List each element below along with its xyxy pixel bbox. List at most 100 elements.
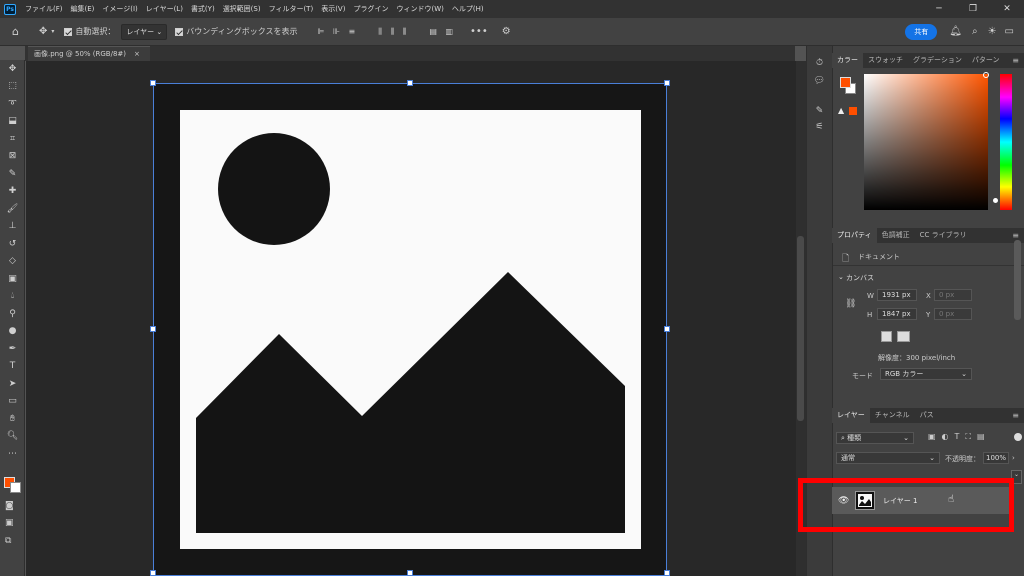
- search-icon[interactable]: ⌕: [972, 26, 978, 37]
- share-button[interactable]: 共有: [905, 23, 938, 40]
- tab-patterns[interactable]: パターン: [967, 53, 1005, 68]
- menu-view[interactable]: 表示(V): [317, 4, 349, 14]
- tab-color[interactable]: カラー: [832, 53, 863, 68]
- scrollbar-thumb[interactable]: [797, 236, 804, 421]
- brush-settings-icon[interactable]: ✎: [807, 106, 832, 116]
- gradient-icon[interactable]: ▣: [0, 270, 25, 288]
- move-icon[interactable]: ✥: [0, 60, 25, 78]
- color-fg-swatch[interactable]: [840, 77, 851, 88]
- tab-adjustments[interactable]: 色調補正: [877, 228, 915, 243]
- link-icon[interactable]: ⛓︎: [845, 299, 856, 309]
- path-select-icon[interactable]: ➤: [0, 375, 25, 393]
- auto-select-checkbox[interactable]: [64, 27, 73, 36]
- transform-handle[interactable]: [664, 570, 670, 576]
- eraser-icon[interactable]: ◇: [0, 253, 25, 271]
- close-icon[interactable]: ✕: [990, 4, 1024, 14]
- lasso-icon[interactable]: ➰︎: [0, 95, 25, 113]
- menu-image[interactable]: イメージ(I): [98, 4, 141, 14]
- properties-scrollbar[interactable]: [1014, 240, 1021, 320]
- gamut-color-swatch[interactable]: [849, 107, 857, 115]
- eyedropper-icon[interactable]: ✎: [0, 165, 25, 183]
- y-field[interactable]: 0 px: [934, 308, 972, 320]
- opacity-chevron-icon[interactable]: ›: [1012, 454, 1015, 462]
- type-icon[interactable]: T: [0, 358, 25, 376]
- panel-menu-icon[interactable]: ≡: [1012, 56, 1019, 65]
- tab-swatches[interactable]: スウォッチ: [863, 53, 908, 68]
- menu-filter[interactable]: フィルター(T): [265, 4, 318, 14]
- height-field[interactable]: 1847 px: [877, 308, 917, 320]
- tab-close-icon[interactable]: ×: [134, 50, 140, 58]
- restore-icon[interactable]: ❐: [956, 4, 990, 14]
- bounding-box[interactable]: [153, 83, 667, 576]
- transform-handle[interactable]: [150, 570, 156, 576]
- transform-handle[interactable]: [407, 570, 413, 576]
- more-icon[interactable]: •••: [470, 26, 488, 37]
- tab-properties[interactable]: プロパティ: [832, 228, 877, 243]
- distribute-icons[interactable]: ⫼ ⫼ ⫼: [378, 27, 409, 37]
- minimize-icon[interactable]: ─: [922, 4, 956, 14]
- align-icons[interactable]: ⊫ ⊪ ≡: [317, 27, 358, 36]
- tab-layers[interactable]: レイヤー: [832, 408, 870, 423]
- object-select-icon[interactable]: ⬓: [0, 113, 25, 131]
- tab-cc-libraries[interactable]: CC ライブラリ: [915, 228, 972, 243]
- bell-icon[interactable]: 🔔︎: [949, 26, 962, 37]
- dodge-icon[interactable]: ⚲: [0, 305, 25, 323]
- panel-menu-icon[interactable]: ≡: [1012, 411, 1019, 420]
- blur-icon[interactable]: 💧︎: [0, 288, 25, 306]
- mode-dropdown[interactable]: RGB カラー ⌄: [880, 368, 972, 380]
- tab-channels[interactable]: チャンネル: [870, 408, 915, 423]
- more-tools-icon[interactable]: ⋯: [0, 445, 25, 463]
- brush-icon[interactable]: 🖌︎: [0, 200, 25, 218]
- transform-handle[interactable]: [407, 80, 413, 86]
- transform-handle[interactable]: [664, 326, 670, 332]
- transform-handle[interactable]: [150, 326, 156, 332]
- move-tool-icon[interactable]: ✥: [39, 26, 47, 37]
- crop-icon[interactable]: ⌗: [0, 130, 25, 148]
- adjust-icon[interactable]: ⚟: [807, 122, 832, 132]
- color-picker-cursor[interactable]: [983, 72, 989, 78]
- menu-window[interactable]: ウィンドウ(W): [392, 4, 447, 14]
- healing-icon[interactable]: ✚: [0, 183, 25, 201]
- screen-mode-icon[interactable]: ▣: [5, 518, 14, 528]
- blend-mode-dropdown[interactable]: 通常 ⌄: [836, 452, 940, 464]
- panel-menu-icon[interactable]: ≡: [1012, 231, 1019, 240]
- pen-icon[interactable]: ✒: [0, 340, 25, 358]
- sponge-icon[interactable]: ●: [0, 323, 25, 341]
- zoom-icon[interactable]: 🔍︎: [0, 428, 25, 446]
- transform-handle[interactable]: [150, 80, 156, 86]
- x-field[interactable]: 0 px: [934, 289, 972, 301]
- bounding-box-checkbox[interactable]: [175, 27, 184, 36]
- opacity-field[interactable]: 100%: [983, 452, 1009, 464]
- menu-file[interactable]: ファイル(F): [21, 4, 67, 14]
- document-tab[interactable]: 画像.png @ 50% (RGB/8#) ×: [28, 46, 150, 61]
- menu-select[interactable]: 選択範囲(S): [219, 4, 265, 14]
- quick-mask-icon[interactable]: ◙: [5, 501, 14, 511]
- distribute-spacing-icons[interactable]: ▤ ▥: [429, 27, 456, 36]
- menu-type[interactable]: 書式(Y): [187, 4, 219, 14]
- canvas-section-chevron-icon[interactable]: ⌄: [838, 273, 844, 281]
- history-icon[interactable]: ⏱: [807, 58, 832, 68]
- menu-edit[interactable]: 編集(E): [67, 4, 99, 14]
- layer-filter-icons[interactable]: ▣◐T⛶▤: [928, 432, 991, 442]
- color-picker-field[interactable]: [864, 74, 988, 210]
- hue-slider[interactable]: [1000, 74, 1012, 210]
- share-image-icon[interactable]: ⧉: [5, 536, 11, 546]
- tab-paths[interactable]: パス: [915, 408, 939, 423]
- chevron-down-icon[interactable]: ▾: [51, 28, 54, 35]
- menu-help[interactable]: ヘルプ(H): [448, 4, 488, 14]
- menu-plugins[interactable]: プラグイン: [349, 4, 392, 14]
- gear-icon[interactable]: ⚙: [502, 26, 511, 37]
- workspace-icon[interactable]: ▭: [1005, 26, 1014, 37]
- portrait-orientation-icon[interactable]: [881, 331, 892, 342]
- bulb-icon[interactable]: ☀: [988, 26, 997, 37]
- width-field[interactable]: 1931 px: [877, 289, 917, 301]
- filter-toggle-icon[interactable]: [1014, 433, 1022, 441]
- menu-layer[interactable]: レイヤー(L): [142, 4, 187, 14]
- hand-icon[interactable]: ✋︎: [0, 410, 25, 428]
- comment-icon[interactable]: 💬︎: [807, 76, 832, 86]
- tab-gradients[interactable]: グラデーション: [908, 53, 967, 68]
- transform-handle[interactable]: [664, 80, 670, 86]
- frame-icon[interactable]: ⊠: [0, 148, 25, 166]
- layer-filter-dropdown[interactable]: ⌕ 種類 ⌄: [836, 432, 914, 444]
- rectangle-icon[interactable]: ▭: [0, 393, 25, 411]
